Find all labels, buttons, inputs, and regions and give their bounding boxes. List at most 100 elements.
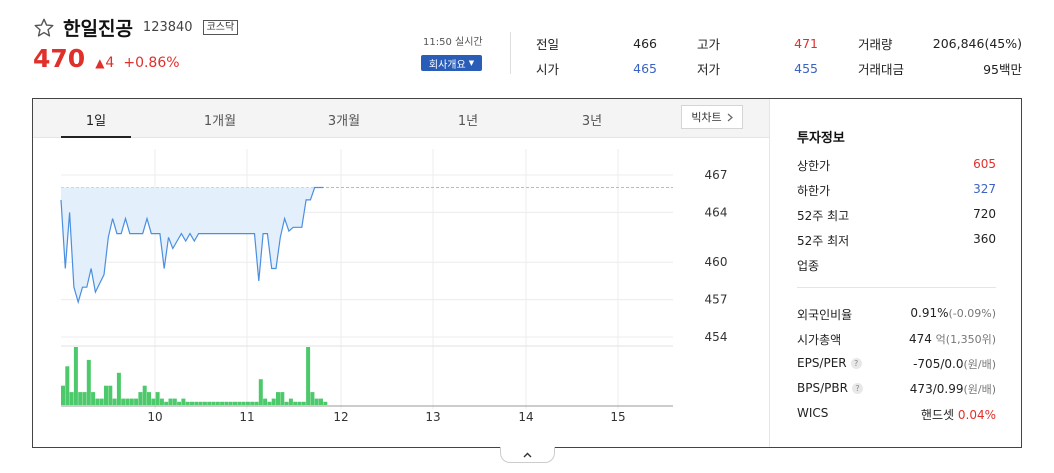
high52-value: 720 [973, 207, 996, 221]
volume-bar [228, 401, 233, 405]
wics-value[interactable]: 핸드셋 [921, 408, 954, 422]
volume-bar [211, 401, 216, 405]
x-tick-label: 10 [147, 410, 162, 424]
volume-bar [194, 401, 199, 405]
volume-bar [168, 398, 173, 405]
volume-bar [134, 398, 139, 405]
volume-bar [306, 347, 311, 405]
foreign-ratio-value: 0.91% [910, 306, 949, 320]
volume-bar [164, 401, 169, 405]
amount-value: 95백만 [983, 62, 1022, 77]
volume-bar [65, 366, 70, 405]
volume-bar [310, 392, 315, 405]
lower-limit-label: 하한가 [797, 184, 831, 198]
y-tick-label: 467 [705, 168, 728, 182]
volume-bar [95, 398, 100, 405]
volume-bar [314, 398, 319, 405]
volume-bar [172, 398, 177, 405]
tab-3year[interactable]: 3년 [582, 110, 602, 129]
eps-per-row: EPS/PER? -705/0.0(원/배) [797, 356, 996, 372]
eps-per-unit: (원/배) [963, 358, 996, 371]
volume-bar [147, 392, 151, 405]
volume-bar [245, 401, 250, 405]
volume-bar [319, 398, 323, 405]
volume-bar [323, 401, 328, 405]
volume-bar [104, 385, 108, 405]
price-change-pct: +0.86% [123, 55, 180, 71]
x-tick-label: 14 [518, 410, 533, 424]
amount-label: 거래대금 [858, 62, 905, 77]
company-overview-button[interactable]: 회사개요 ▼ [421, 55, 482, 71]
tab-1day[interactable]: 1일 [86, 110, 106, 129]
chevron-up-icon [523, 452, 532, 457]
volume-bar [82, 392, 87, 405]
volume-bar [301, 401, 306, 405]
eps-per-label: EPS/PER [797, 356, 847, 370]
volume-bar [220, 401, 225, 405]
volume-bar [86, 359, 91, 405]
volume-bar [129, 398, 134, 405]
volume-bar [125, 398, 130, 405]
y-tick-label: 464 [705, 205, 728, 219]
volume-label: 거래량 [858, 37, 893, 52]
bps-pbr-unit: (원/배) [963, 383, 996, 396]
volume-bar [250, 401, 255, 405]
volume-bar [190, 401, 194, 405]
current-price: 470 [33, 44, 86, 73]
volume-bar [267, 401, 272, 405]
volume-bar [138, 392, 143, 405]
volume-bar [207, 401, 212, 405]
caret-down-icon: ▼ [468, 59, 475, 67]
star-icon[interactable] [33, 17, 55, 39]
chevron-right-icon [727, 113, 733, 121]
market-cap-value: 474 [908, 332, 932, 346]
tab-1year[interactable]: 1년 [458, 110, 478, 129]
high-label: 고가 [697, 37, 721, 52]
volume-bar [142, 385, 147, 405]
lower-limit-value: 327 [973, 182, 996, 196]
divider [510, 32, 511, 74]
active-tab-underline [61, 136, 131, 138]
price-chart: 467 464 460 457 454 10 11 12 13 14 15 [60, 149, 728, 424]
volume-bar [284, 401, 289, 405]
x-tick-label: 11 [239, 410, 254, 424]
wics-row: WICS 핸드셋 0.04% [797, 406, 996, 423]
volume-bar [215, 401, 220, 405]
industry-label[interactable]: 업종 [797, 257, 819, 274]
help-icon[interactable]: ? [850, 358, 862, 369]
price-change: 4 [105, 55, 115, 71]
market-cap-label: 시가총액 [797, 333, 842, 347]
stock-name: 한일진공 [63, 18, 133, 40]
low52-row: 52주 최저 360 [797, 232, 996, 249]
volume-bar [151, 398, 156, 405]
stock-code: 123840 [142, 20, 193, 35]
volume-bar [78, 392, 83, 405]
bps-pbr-value: 473/0.99 [909, 382, 964, 396]
price-row: 470 ▲ 4 +0.86% [33, 44, 180, 73]
market-badge: 코스닥 [202, 20, 239, 35]
quote-col-3: 거래량 206,846(45%) 거래대금 95백만 [858, 31, 1022, 81]
volume-bar [263, 398, 268, 405]
company-overview-label: 회사개요 [428, 59, 466, 71]
volume-bar [258, 379, 263, 405]
collapse-button[interactable] [500, 447, 555, 463]
chart-box: 1일 1개월 3개월 1년 3년 빅차트 467 464 460 457 454 10 11… [32, 98, 1022, 448]
up-arrow-icon: ▲ [95, 56, 105, 70]
y-tick-label: 454 [705, 330, 728, 344]
x-tick-label: 12 [333, 410, 348, 424]
tab-3month[interactable]: 3개월 [328, 110, 360, 129]
low-value: 455 [794, 61, 818, 76]
stock-title: 한일진공 123840 코스닥 [33, 14, 239, 41]
foreign-ratio-change: (-0.09%) [948, 307, 997, 320]
big-chart-button[interactable]: 빅차트 [681, 105, 743, 129]
volume-bar [254, 401, 259, 405]
help-icon[interactable]: ? [851, 383, 863, 394]
tab-1month[interactable]: 1개월 [204, 110, 236, 129]
industry-row[interactable]: 업종 [797, 257, 996, 274]
y-tick-label: 457 [705, 293, 728, 307]
investment-info-panel: 투자정보 상한가 605 하한가 327 52주 최고 720 52주 최저 360 업… [797, 99, 997, 447]
info-title: 투자정보 [797, 131, 845, 146]
volume-bar [185, 401, 190, 405]
volume-bar [99, 398, 104, 405]
volume-bar [297, 401, 302, 405]
